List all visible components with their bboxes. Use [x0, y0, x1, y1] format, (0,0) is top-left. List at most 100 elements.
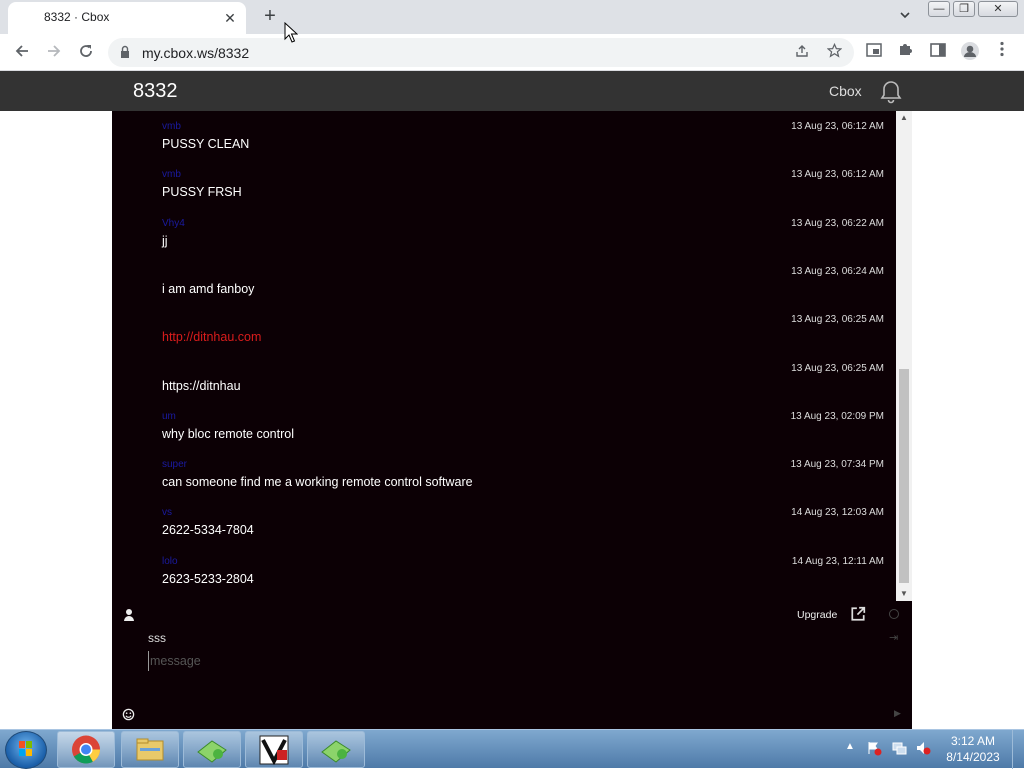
clock-time: 3:12 AM — [950, 734, 996, 748]
taskbar-clock[interactable]: 3:12 AM 8/14/2023 — [940, 733, 1006, 765]
message-text: i am amd fanboy — [162, 281, 255, 296]
windows-logo-icon — [19, 741, 32, 756]
back-arrow-icon[interactable] — [10, 41, 34, 65]
picture-in-picture-icon[interactable] — [862, 41, 886, 65]
taskbar-app-v[interactable] — [245, 731, 303, 768]
message-username[interactable]: lolo — [162, 556, 178, 567]
show-desktop-button[interactable] — [1012, 730, 1024, 769]
page-content: 8332 Cbox vmb 13 Aug 23, 06:12 AM PUSSY CL… — [0, 71, 1024, 729]
v-app-icon — [259, 735, 289, 766]
message-text: can someone find me a working remote con… — [162, 475, 473, 490]
message-scrollbar[interactable]: ▲ ▼ — [896, 111, 912, 601]
bookmark-star-icon[interactable] — [824, 42, 844, 63]
user-icon[interactable] — [122, 608, 136, 622]
message-text: PUSSY FRSH — [162, 185, 242, 200]
message-text: jj — [162, 233, 168, 248]
taskbar-explorer[interactable] — [121, 731, 179, 768]
tab-search-icon[interactable] — [894, 6, 916, 28]
address-bar[interactable]: my.cbox.ws/8332 — [108, 38, 854, 67]
browser-tab-strip: 8332 · Cbox ✕ + — ❐ ✕ — [0, 0, 1024, 34]
emoji-smiley-icon[interactable] — [122, 708, 135, 721]
reload-icon[interactable] — [74, 41, 98, 65]
scroll-up-arrow-icon[interactable]: ▲ — [896, 111, 912, 125]
message-timestamp: 13 Aug 23, 02:09 PM — [790, 410, 884, 422]
start-button[interactable] — [5, 731, 47, 769]
folder-icon — [136, 738, 164, 761]
site-header: 8332 Cbox — [0, 71, 1024, 111]
restore-button[interactable]: ❐ — [953, 1, 975, 17]
chat-message: 13 Aug 23, 06:25 AM http://ditnhau.com — [162, 308, 886, 356]
profile-avatar-icon[interactable] — [958, 41, 982, 65]
minimize-button[interactable]: — — [928, 1, 950, 17]
message-username[interactable]: vmb — [162, 121, 181, 132]
message-text: 2622-5334-7804 — [162, 523, 254, 538]
chat-message: 13 Aug 23, 06:24 AM i am amd fanboy — [162, 260, 886, 308]
side-panel-icon[interactable] — [926, 41, 950, 65]
brand-link[interactable]: Cbox — [829, 83, 862, 99]
chat-message: super 13 Aug 23, 07:34 PM can someone find… — [162, 453, 886, 501]
message-timestamp: 13 Aug 23, 06:12 AM — [791, 121, 884, 132]
mouse-cursor-icon — [284, 22, 298, 43]
status-indicator — [889, 609, 899, 619]
message-text: why bloc remote control — [162, 426, 295, 441]
message-timestamp: 13 Aug 23, 06:25 AM — [791, 314, 884, 326]
message-timestamp: 13 Aug 23, 07:34 PM — [790, 459, 884, 471]
send-arrow-icon[interactable]: ▶ — [894, 708, 901, 719]
message-timestamp: 14 Aug 23, 12:11 AM — [791, 555, 884, 567]
close-window-button[interactable]: ✕ — [978, 1, 1018, 17]
popout-icon[interactable] — [850, 606, 866, 622]
bell-icon[interactable] — [878, 79, 904, 105]
page-title: 8332 — [133, 80, 178, 102]
chat-message: vmb 13 Aug 23, 06:12 AM PUSSY FRSH — [162, 163, 886, 211]
forward-arrow-icon[interactable] — [42, 41, 66, 65]
lock-icon — [121, 45, 129, 58]
browser-toolbar: my.cbox.ws/8332 — [0, 34, 1024, 71]
message-username[interactable]: um — [162, 411, 176, 422]
windows-taskbar: ▲ 3:12 AM 8/14/2023 — [0, 729, 1024, 769]
message-text: https://ditnhau — [162, 378, 241, 393]
message-username[interactable]: Vhy4 — [162, 218, 185, 229]
chat-message: um 13 Aug 23, 02:09 PM why bloc remote con… — [162, 405, 886, 453]
message-username[interactable]: super — [162, 459, 187, 470]
message-username[interactable]: vs — [162, 507, 172, 518]
message-link[interactable]: http://ditnhau.com — [162, 330, 261, 344]
taskbar-chrome[interactable] — [57, 731, 115, 768]
tab-title: 8332 · Cbox — [44, 10, 110, 24]
message-list[interactable]: vmb 13 Aug 23, 06:12 AM PUSSY CLEAN vmb 13 A… — [112, 111, 896, 601]
taskbar-app-green[interactable] — [183, 731, 241, 768]
chat-message: 13 Aug 23, 06:25 AM https://ditnhau — [162, 357, 886, 405]
sign-in-icon[interactable]: ⇥ — [889, 631, 898, 644]
scrollbar-thumb[interactable] — [899, 369, 909, 583]
taskbar-app-green-2[interactable] — [307, 731, 365, 768]
message-timestamp: 14 Aug 23, 12:03 AM — [791, 507, 884, 519]
volume-muted-icon[interactable] — [914, 740, 932, 758]
browser-tab[interactable]: 8332 · Cbox ✕ — [8, 2, 246, 34]
chrome-icon — [72, 735, 101, 764]
chat-message: vmb 13 Aug 23, 06:12 AM PUSSY CLEAN — [162, 115, 886, 163]
message-timestamp: 13 Aug 23, 06:24 AM — [791, 265, 884, 277]
new-tab-button[interactable]: + — [258, 5, 282, 29]
message-text: PUSSY CLEAN — [162, 137, 250, 151]
chat-message: vs 14 Aug 23, 12:03 AM 2622-5334-7804 — [162, 501, 886, 549]
share-icon[interactable] — [792, 43, 812, 63]
message-form: Upgrade ⇥ ▶ — [112, 601, 912, 729]
message-timestamp: 13 Aug 23, 06:25 AM — [791, 362, 884, 374]
extensions-puzzle-icon[interactable] — [894, 41, 918, 65]
upgrade-link[interactable]: Upgrade — [797, 609, 837, 621]
green-app-icon — [197, 740, 227, 763]
chat-box: vmb 13 Aug 23, 06:12 AM PUSSY CLEAN vmb 13 A… — [112, 111, 912, 729]
action-center-flag-icon[interactable] — [865, 740, 883, 758]
url-text: my.cbox.ws/8332 — [142, 45, 250, 61]
chat-message: lolo 14 Aug 23, 12:11 AM 2623-5233-2804 — [162, 550, 886, 598]
message-username[interactable]: vmb — [162, 169, 181, 180]
green-app-icon — [321, 740, 351, 763]
message-input[interactable] — [148, 651, 878, 671]
scroll-down-arrow-icon[interactable]: ▼ — [896, 587, 912, 601]
message-timestamp: 13 Aug 23, 06:22 AM — [791, 217, 884, 229]
tray-expand-icon[interactable]: ▲ — [845, 741, 855, 752]
clock-date: 8/14/2023 — [946, 750, 1000, 764]
menu-dots-icon[interactable] — [990, 41, 1014, 65]
tab-close-icon[interactable]: ✕ — [220, 8, 240, 28]
name-field[interactable] — [148, 629, 848, 647]
network-icon[interactable] — [890, 740, 908, 758]
